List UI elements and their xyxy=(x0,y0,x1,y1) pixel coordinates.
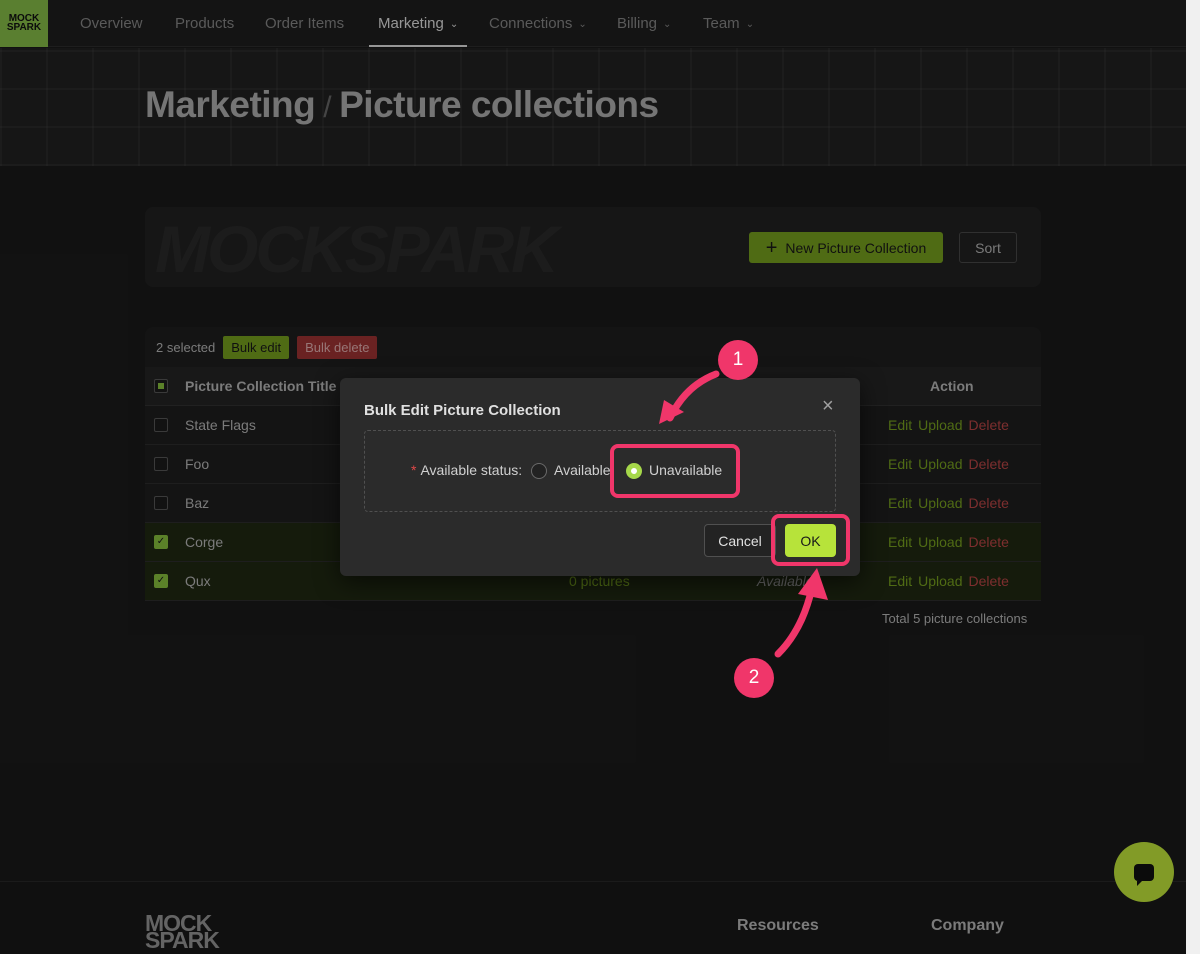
scrollbar[interactable] xyxy=(1186,0,1200,954)
step-badge-2: 2 xyxy=(734,658,774,698)
step-badge-1: 1 xyxy=(718,340,758,380)
annotation-arrow-2 xyxy=(774,584,816,658)
annotation-arrows xyxy=(659,370,828,658)
annotation-arrow-2-head xyxy=(798,568,828,600)
